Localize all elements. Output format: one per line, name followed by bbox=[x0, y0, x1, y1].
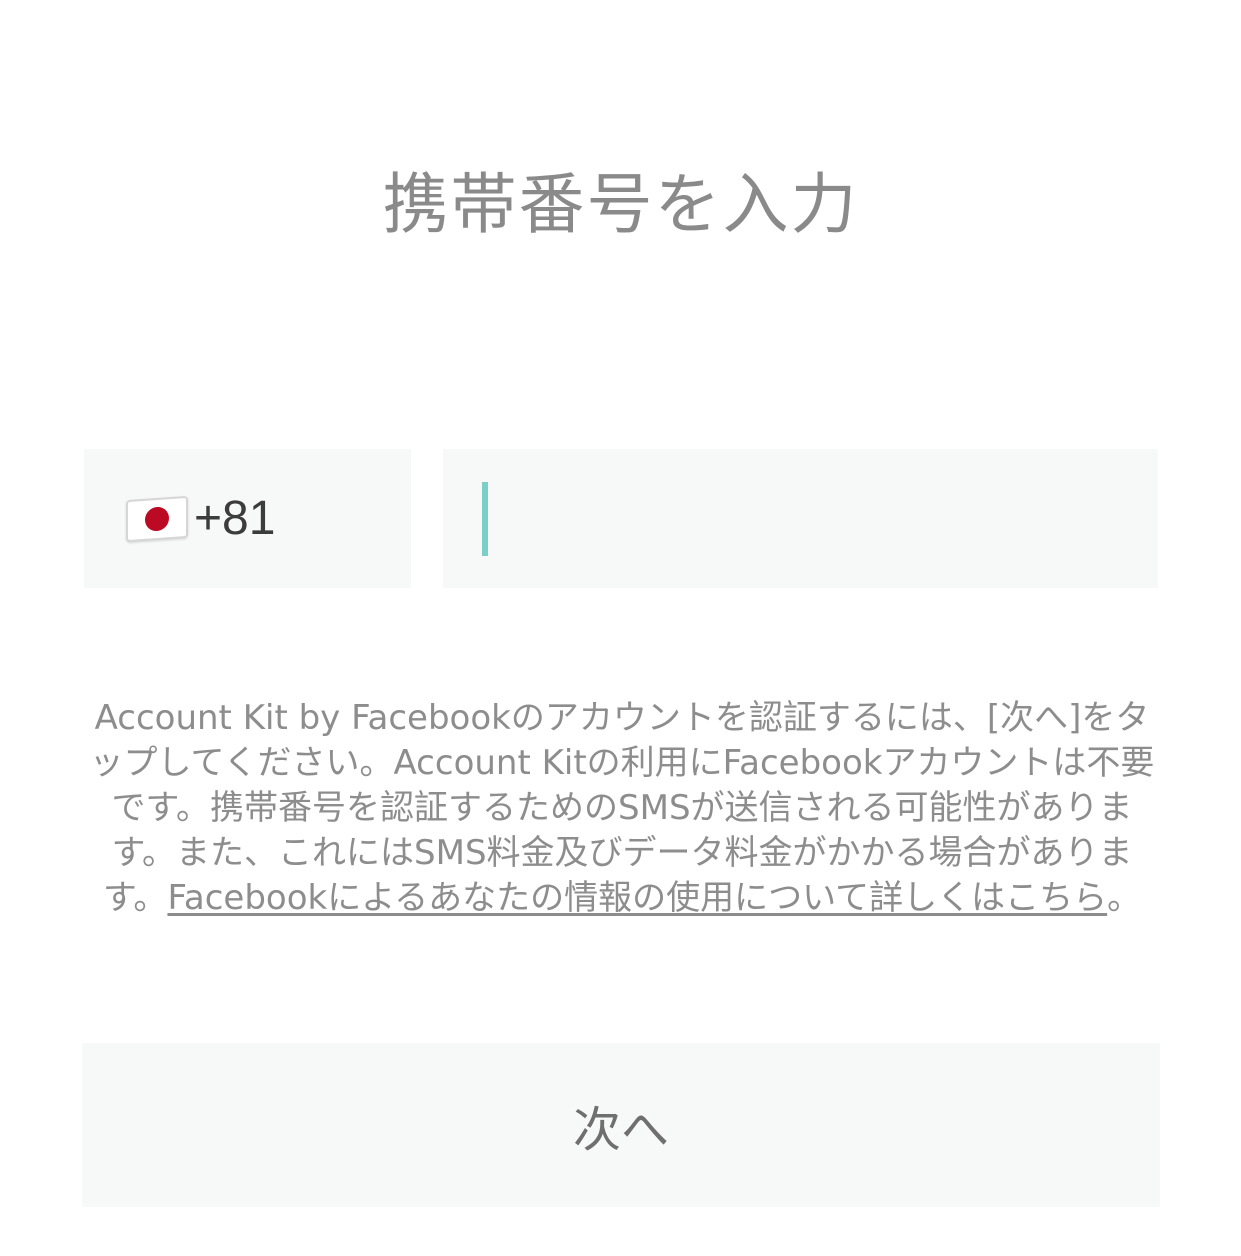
phone-number-input[interactable] bbox=[443, 449, 1158, 588]
japan-flag-icon bbox=[126, 495, 188, 542]
next-button[interactable]: 次へ bbox=[82, 1043, 1160, 1207]
consent-text: Account Kit by Facebookのアカウントを認証するには、[次へ… bbox=[84, 696, 1160, 921]
consent-trailing-punctuation: 。 bbox=[1107, 878, 1142, 918]
facebook-data-use-link[interactable]: Facebookによるあなたの情報の使用について詳しくはこちら bbox=[167, 878, 1107, 918]
text-cursor bbox=[482, 482, 488, 556]
country-code-selector[interactable]: +81 bbox=[84, 449, 411, 588]
dial-code: +81 bbox=[194, 492, 276, 545]
page-title: 携帯番号を入力 bbox=[382, 166, 859, 243]
flag-sun bbox=[145, 505, 169, 532]
